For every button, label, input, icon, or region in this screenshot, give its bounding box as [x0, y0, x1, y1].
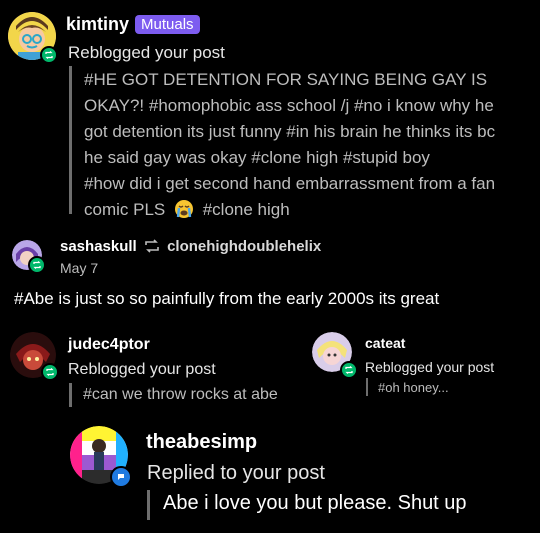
post3-action: Reblogged your post [68, 361, 216, 378]
source-blog-link[interactable]: clonehighdoublehelix [167, 238, 321, 255]
reblog-badge-icon [40, 46, 58, 64]
tag-text: #clone high [202, 200, 290, 219]
username-kimtiny[interactable]: kimtiny Mutuals [66, 14, 200, 35]
tag-line: he said gay was okay #clone high #stupid… [84, 148, 430, 167]
reblog-badge-icon [41, 363, 59, 381]
tag-line: #HE GOT DETENTION FOR SAYING BEING GAY I… [84, 70, 488, 89]
post1-tags[interactable]: #HE GOT DETENTION FOR SAYING BEING GAY I… [84, 67, 534, 223]
reblog-icon [144, 239, 160, 253]
post3-quote-bar [69, 383, 72, 407]
post5-quote-bar [147, 490, 150, 520]
username-theabesimp[interactable]: theabesimp [146, 431, 257, 454]
username-cateat[interactable]: cateat [365, 335, 405, 351]
post4-tags[interactable]: #oh honey... [378, 380, 449, 395]
post5-reply[interactable]: Abe i love you but please. Shut up [163, 492, 467, 515]
post1-quote-bar [69, 66, 72, 214]
tag-text: comic PLS [84, 200, 166, 219]
reblog-badge-icon [28, 256, 46, 274]
username-sashaskull[interactable]: sashaskull [60, 238, 137, 255]
tag-line: #how did i get second hand embarrassment… [84, 174, 496, 193]
post4-quote-bar [366, 378, 368, 396]
username-text[interactable]: kimtiny [66, 14, 129, 34]
post3-tags[interactable]: #can we throw rocks at abe [83, 386, 278, 404]
mutuals-badge: Mutuals [135, 15, 200, 34]
tag-line: OKAY?! #homophobic ass school /j #no i k… [84, 96, 494, 115]
post5-action: Replied to your post [147, 462, 325, 484]
tag-line: got detention its just funny #in his bra… [84, 122, 496, 141]
reblog-badge-icon [340, 361, 358, 379]
post2-body[interactable]: #Abe is just so so painfully from the ea… [14, 289, 439, 309]
post2-date: May 7 [60, 260, 99, 276]
reply-badge-icon [110, 466, 132, 488]
loudly-crying-face-icon [174, 199, 194, 219]
tag-line-last: comic PLS #clone high [84, 197, 534, 223]
username-judec4ptor[interactable]: judec4ptor [68, 336, 150, 354]
post1-action: Reblogged your post [68, 43, 225, 62]
post4-action: Reblogged your post [365, 359, 495, 375]
post2-header: sashaskull clonehighdoublehelix [60, 238, 321, 255]
